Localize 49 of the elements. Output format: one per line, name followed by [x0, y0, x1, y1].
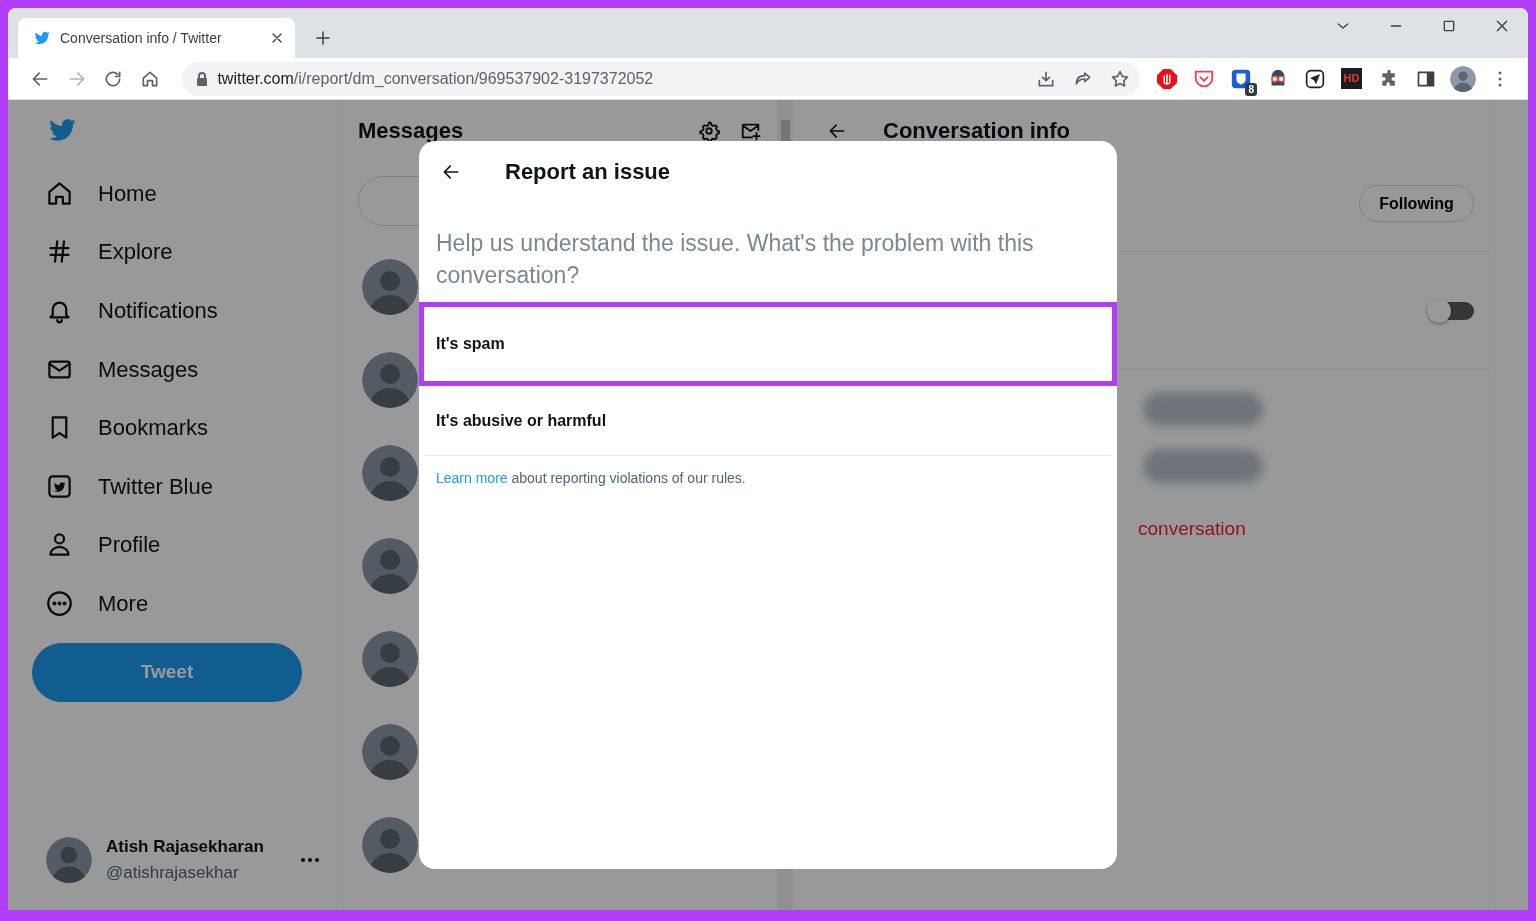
star-icon[interactable] [1110, 68, 1130, 89]
nav-item[interactable]: Profile [32, 515, 175, 575]
home-icon [46, 179, 73, 207]
avatar [46, 836, 92, 883]
avatar [362, 259, 418, 315]
address-bar[interactable]: twitter.com/i/report/dm_conversation/969537902-3197372052 [182, 61, 1140, 96]
tab-title: Conversation info / Twitter [60, 28, 223, 48]
more-icon [46, 589, 73, 617]
dialog-prompt: Help us understand the issue. What's the problem with this conversation? [435, 229, 1035, 290]
back-arrow-icon[interactable] [441, 162, 461, 182]
avatar[interactable] [1449, 65, 1476, 92]
account-name: Atish Rajasekharan [106, 836, 265, 858]
nav-item[interactable]: Notifications [32, 281, 232, 340]
kebab-menu-icon[interactable] [1496, 69, 1503, 88]
hd-extension-icon[interactable]: HD [1341, 68, 1362, 89]
account-handle: @atishrajasekhar [106, 861, 240, 884]
lock-icon [196, 71, 209, 86]
nav-item[interactable]: More [32, 574, 163, 633]
gear-icon[interactable] [698, 120, 720, 142]
paper-plane-icon[interactable] [1304, 68, 1325, 89]
dialog-title: Report an issue [505, 158, 671, 186]
back-arrow-icon[interactable] [827, 121, 847, 141]
following-button[interactable]: Following [1359, 185, 1474, 222]
badge-count: 8 [1245, 82, 1257, 96]
messages-title: Messages [358, 117, 465, 145]
bird-icon [34, 30, 50, 46]
report-option[interactable]: It's spam [419, 302, 1117, 386]
avatar [362, 538, 418, 594]
nav-item[interactable]: Messages [32, 339, 213, 399]
browser-tab[interactable]: Conversation info / Twitter [18, 18, 295, 58]
avatar [362, 352, 418, 408]
nav-item[interactable]: Explore [32, 222, 187, 282]
stop-hand-icon[interactable] [1155, 67, 1178, 90]
avatar [362, 817, 418, 873]
footer-note: Learn more about reporting violations of our rules. [435, 469, 747, 488]
nav-item[interactable]: Home [32, 164, 171, 223]
url-text: twitter.com/i/report/dm_conversation/969537902-3197372052 [217, 68, 655, 89]
avatar [362, 445, 418, 501]
person-icon [46, 531, 73, 559]
conversation-info-title: Conversation info [883, 117, 1070, 145]
toggle-switch[interactable] [1427, 301, 1474, 320]
nav-item[interactable]: Bookmarks [32, 398, 223, 457]
plus-icon[interactable] [314, 29, 332, 47]
more-icon[interactable] [300, 856, 320, 863]
nav-item[interactable]: Twitter Blue [32, 456, 227, 516]
hashtag-icon [46, 238, 73, 266]
avatar [362, 724, 418, 780]
avatar [362, 631, 418, 687]
bird-square-icon [46, 472, 73, 500]
